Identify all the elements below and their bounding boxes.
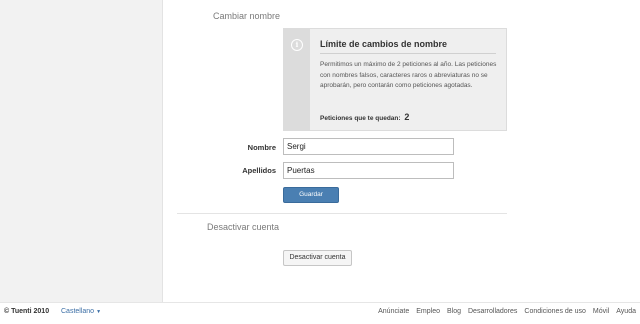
apellidos-input[interactable] (283, 162, 454, 179)
apellidos-label: Apellidos (242, 166, 276, 175)
chevron-down-icon: ▼ (96, 309, 102, 315)
footer-copyright: © Tuenti 2010 (4, 308, 50, 315)
footer-link-condiciones[interactable]: Condiciones de uso (524, 308, 586, 315)
language-selector[interactable]: Castellano ▼ (61, 308, 101, 315)
section-heading-change-name: Cambiar nombre (213, 11, 281, 21)
notice-title: Límite de cambios de nombre (320, 39, 448, 49)
info-icon: i (291, 39, 303, 51)
notice-icon-strip: i (284, 29, 310, 130)
deactivate-account-button[interactable]: Desactivar cuenta (283, 250, 352, 266)
nombre-label: Nombre (247, 143, 276, 152)
save-button[interactable]: Guardar (283, 187, 339, 203)
nombre-input[interactable] (283, 138, 454, 155)
language-selector-label: Castellano (61, 308, 95, 315)
left-sidebar (0, 0, 163, 302)
remaining-requests-count: 2 (404, 112, 410, 122)
footer-link-blog[interactable]: Blog (447, 308, 461, 315)
footer-link-ayuda[interactable]: Ayuda (616, 308, 636, 315)
remaining-requests-label: Peticiones que te quedan: (320, 115, 401, 122)
section-divider (177, 213, 507, 214)
footer-link-empleo[interactable]: Empleo (416, 308, 440, 315)
name-change-limit-notice: i Límite de cambios de nombre Permitimos… (283, 28, 507, 131)
footer: © Tuenti 2010 Castellano ▼ Anúnciate Empl… (0, 302, 640, 324)
footer-link-desarrolladores[interactable]: Desarrolladores (468, 308, 517, 315)
footer-link-movil[interactable]: Móvil (593, 308, 609, 315)
remaining-requests: Peticiones que te quedan: 2 (320, 112, 409, 122)
notice-divider (320, 53, 496, 54)
footer-link-anunciate[interactable]: Anúnciate (378, 308, 409, 315)
footer-links: Anúnciate Empleo Blog Desarrolladores Co… (378, 308, 636, 315)
section-heading-deactivate: Desactivar cuenta (207, 222, 280, 232)
notice-description: Permitimos un máximo de 2 peticiones al … (320, 61, 497, 89)
